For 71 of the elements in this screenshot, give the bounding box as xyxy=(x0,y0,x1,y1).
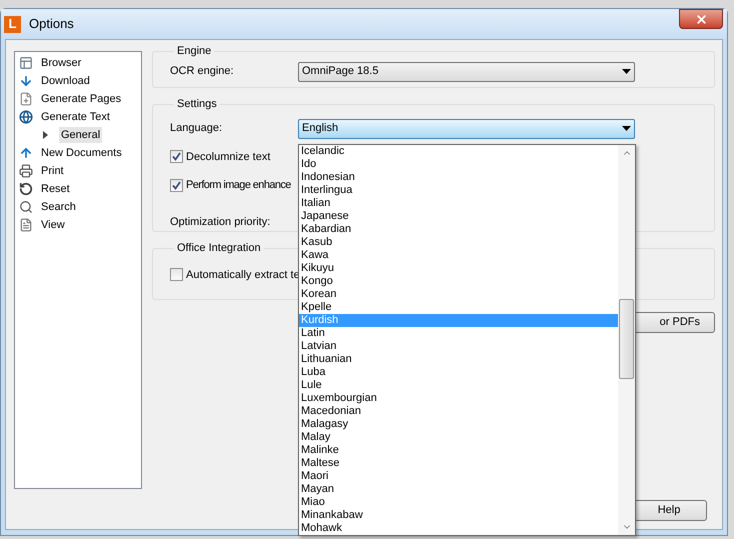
language-option[interactable]: Maori xyxy=(299,470,618,483)
checkbox-label: Decolumnize text xyxy=(186,150,270,164)
group-title: Settings xyxy=(176,97,218,112)
language-option[interactable]: Macedonian xyxy=(299,405,618,418)
scrollbar[interactable] xyxy=(618,145,635,535)
printer-icon xyxy=(19,164,33,178)
sidebar-item[interactable]: Generate Pages xyxy=(39,90,124,108)
group-title: Engine xyxy=(176,44,212,59)
language-option[interactable]: Indonesian xyxy=(299,171,618,184)
search-icon xyxy=(19,200,33,214)
language-option[interactable]: Kasub xyxy=(299,236,618,249)
checkbox[interactable] xyxy=(170,178,183,192)
language-dropdown[interactable]: English xyxy=(298,118,635,138)
language-option[interactable]: Malinke xyxy=(299,444,618,457)
dropdown-arrow-icon xyxy=(622,126,631,131)
language-option[interactable]: Kikuyu xyxy=(299,262,618,275)
field-label: Optimization priority: xyxy=(170,214,270,230)
page-icon xyxy=(19,92,33,106)
ocr-engine-dropdown[interactable]: OmniPage 18.5 xyxy=(298,62,635,82)
language-option[interactable]: Minankabaw xyxy=(299,509,618,522)
language-option[interactable]: Mayan xyxy=(299,483,618,496)
close-icon xyxy=(694,12,708,26)
undo-icon xyxy=(19,182,33,196)
language-option[interactable]: Icelandic xyxy=(299,145,618,158)
checkbox[interactable] xyxy=(170,150,183,164)
sidebar-item[interactable]: Search xyxy=(39,198,78,216)
language-option[interactable]: Kongo xyxy=(299,275,618,288)
sidebar-item[interactable]: General xyxy=(59,126,102,144)
language-option[interactable]: Luxembourgian xyxy=(299,392,618,405)
document-icon xyxy=(19,218,33,232)
sidebar-item[interactable]: New Documents xyxy=(39,144,124,162)
window-title: Options xyxy=(29,15,74,34)
language-option[interactable]: Lule xyxy=(299,379,618,392)
language-option[interactable]: Japanese xyxy=(299,210,618,223)
checkbox-label: Perform image enhance xyxy=(186,178,291,193)
scrollbar-thumb[interactable] xyxy=(619,299,634,379)
sidebar-item[interactable]: Reset xyxy=(39,180,72,198)
sidebar-item[interactable]: Generate Text xyxy=(39,108,112,126)
sidebar-item[interactable]: Print xyxy=(39,162,66,180)
sidebar-item[interactable]: Browser xyxy=(39,54,84,72)
field-label: Language: xyxy=(170,121,223,136)
dropdown-arrow-icon xyxy=(622,69,631,74)
language-option[interactable]: Ido xyxy=(299,158,618,171)
language-option[interactable]: Mohawk xyxy=(299,522,618,535)
group-title: Office Integration xyxy=(176,241,262,256)
language-option[interactable]: Kabardian xyxy=(299,223,618,236)
close-button[interactable] xyxy=(679,9,723,29)
language-option[interactable]: Malagasy xyxy=(299,418,618,431)
language-option[interactable]: Malay xyxy=(299,431,618,444)
app-logo-icon: L xyxy=(4,16,21,32)
check-icon xyxy=(172,180,181,190)
panel-icon xyxy=(19,56,33,70)
up-arrow-icon xyxy=(19,146,33,160)
sidebar-item[interactable]: Download xyxy=(39,72,92,90)
language-option[interactable]: Kpelle xyxy=(299,301,618,314)
language-option[interactable]: Interlingua xyxy=(299,184,618,197)
language-option[interactable]: Italian xyxy=(299,197,618,210)
globe-icon xyxy=(19,110,33,124)
language-option[interactable]: Latin xyxy=(299,327,618,340)
language-option[interactable]: Lithuanian xyxy=(299,353,618,366)
sidebar-item[interactable]: View xyxy=(39,216,67,234)
language-option[interactable]: Kawa xyxy=(299,249,618,262)
language-option[interactable]: Miao xyxy=(299,496,618,509)
checkbox[interactable] xyxy=(170,268,183,282)
language-option[interactable]: Korean xyxy=(299,288,618,301)
check-icon xyxy=(172,152,181,162)
language-option[interactable]: Maltese xyxy=(299,457,618,470)
language-option[interactable]: Latvian xyxy=(299,340,618,353)
expand-arrow-icon[interactable] xyxy=(43,131,48,139)
language-option[interactable]: Luba xyxy=(299,366,618,379)
field-label: OCR engine: xyxy=(170,64,235,80)
